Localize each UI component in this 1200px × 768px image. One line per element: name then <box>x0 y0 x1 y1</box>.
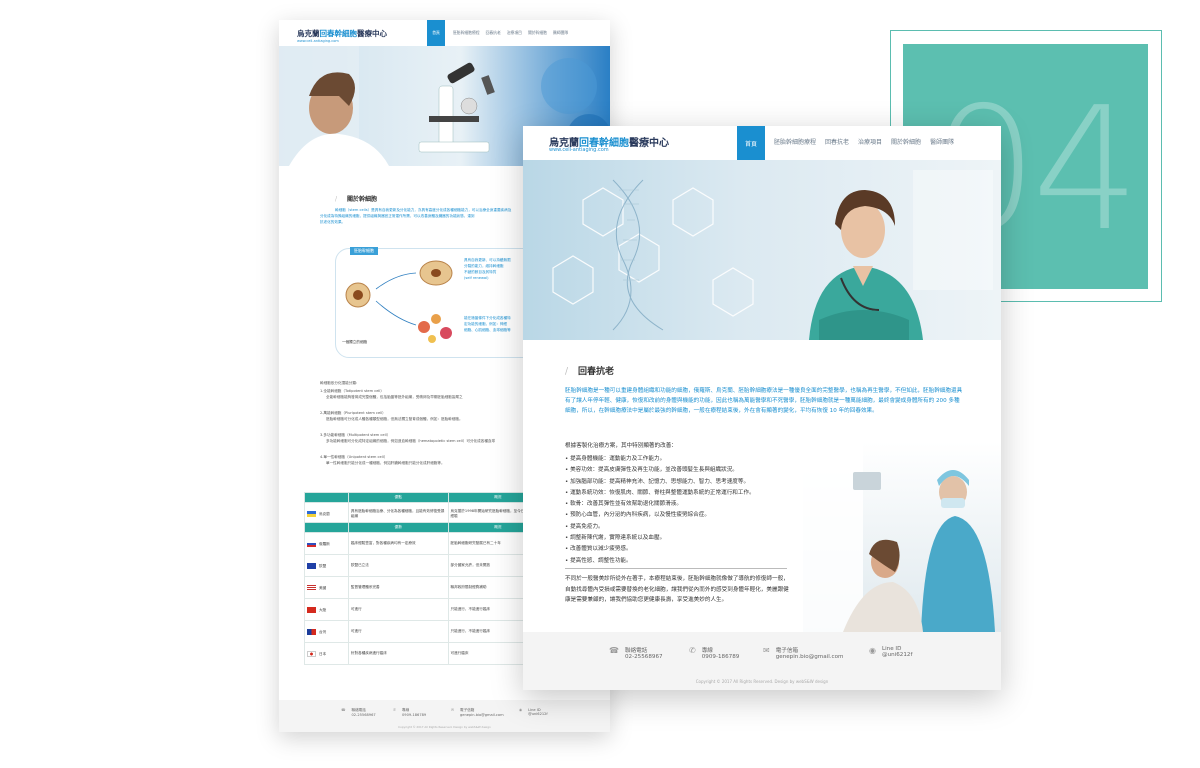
flag-russia-icon <box>307 540 316 547</box>
flag-japan-icon <box>307 650 316 657</box>
pros-cell: 臨床經驗豐富，對各種疾病均有一定療效 <box>347 532 449 555</box>
flag-usa-icon <box>307 584 316 591</box>
front-benefits-list: 提高身體機能：運動能力及工作能力。 美容功效：提高皮膚彈性及再生功能，並改善頭髮… <box>565 454 795 567</box>
list-item: 美容功效：提高皮膚彈性及再生功能，並改善頭髮生長與組織狀況。 <box>565 465 795 476</box>
nav-about-stem[interactable]: 關於幹細胞 <box>891 126 921 160</box>
flag-ukraine-icon <box>307 510 316 517</box>
nurse-dna-illustration <box>523 160 1001 340</box>
line-icon: ◉ <box>869 646 876 655</box>
flag-taiwan-icon <box>307 628 316 635</box>
mail-icon: ✉ <box>763 646 770 655</box>
back-footer-line[interactable]: ◉ Line ID @uni6212f <box>519 708 548 716</box>
logo-highlight: 回春幹細胞 <box>319 29 358 38</box>
dental-clinic-illustration <box>803 442 1001 632</box>
dental-clinic-photo <box>803 442 1001 632</box>
t1-h1: 優點 <box>347 492 449 503</box>
front-nav: 首頁 胚胎幹細胞療程 回春抗老 治療項目 關於幹細胞 醫師團隊 <box>737 126 954 160</box>
nav-about-stem[interactable]: 關於幹細胞 <box>528 20 547 46</box>
back-list-1-desc: 全能幹細胞能夠發育成完整個體，包括胎盤等胚外組織，受精卵及早期胚胎細胞皆屬之 <box>326 395 463 399</box>
country-cell: 俄羅斯 <box>304 532 349 555</box>
back-list-intro: 幹細胞依分化潛能分類： <box>320 381 360 385</box>
pros-cell: 針對各種疾病進行臨床 <box>347 642 449 665</box>
back-list-4-desc: 單一性幹細胞只能分化成一種細胞，例如肝臟幹細胞只能分化成肝細胞等。 <box>326 461 445 465</box>
country-cell: 日本 <box>304 642 349 665</box>
logo-suffix: 醫療中心 <box>357 29 387 38</box>
pros-cell: 歐盟已立法 <box>347 554 449 577</box>
nav-treatments[interactable]: 治療項目 <box>858 126 882 160</box>
pros-cell: 監督管理體系完善 <box>347 576 449 599</box>
nav-home[interactable]: 首頁 <box>737 126 765 160</box>
line-icon: ◉ <box>519 708 523 712</box>
back-footer-email[interactable]: ✉ 電子信箱 genepin.bio@gmail.com <box>451 708 504 717</box>
list-item: 軟骨：改善其彈性並有效幫助退化關節滑液。 <box>565 499 795 510</box>
diagram-top-4: (self renewal) <box>464 276 489 280</box>
list-item: 加強腦部功能：提高精神充沛、記憶力、思想能力、智力、思考速度等。 <box>565 477 795 488</box>
back-logo-en: www.cell-antiaging.com <box>297 39 339 43</box>
back-list-2-desc: 胚胎幹細胞可分化成人體各種類型細胞，但無法獨立發育成個體，例如：胚胎幹細胞。 <box>326 417 463 421</box>
front-header: 烏克蘭回春幹細胞醫療中心 www.cell-antiaging.com 首頁 胚… <box>523 126 1001 160</box>
list-item: 預防心血管，內分泌的內科疾病，以及慢性疲勞綜合症。 <box>565 510 795 521</box>
back-section-title: / 關於幹細胞 <box>335 196 378 203</box>
nav-doctors[interactable]: 醫師團隊 <box>553 20 568 46</box>
list-item: 運動系統功效：恢復肌肉、關節、脊柱與整體運動系統的正常運行和工作。 <box>565 488 795 499</box>
back-footer: ☎ 聯絡電話 02-25568967 ✆ 專線 0909-186789 ✉ 電子信箱… <box>279 700 610 732</box>
t2-h1: 優勢 <box>347 522 449 533</box>
list-item: 提高免疫力。 <box>565 522 795 533</box>
logo-suffix: 醫療中心 <box>629 138 669 149</box>
phone-icon: ☎ <box>341 708 346 712</box>
nav-embryo-therapy[interactable]: 胚胎幹細胞療程 <box>453 20 480 46</box>
back-logo[interactable]: 烏克蘭回春幹細胞醫療中心 <box>297 28 387 39</box>
front-footer-mobile[interactable]: ✆ 專線 0909-186789 <box>689 646 739 660</box>
flag-eu-icon <box>307 562 316 569</box>
pros-cell: 可進行 <box>347 620 449 643</box>
front-page-card: 烏克蘭回春幹細胞醫療中心 www.cell-antiaging.com 首頁 胚… <box>523 126 1001 690</box>
nav-embryo-therapy[interactable]: 胚胎幹細胞療程 <box>774 126 816 160</box>
mobile-icon: ✆ <box>689 646 696 655</box>
country-cell: 歐盟 <box>304 554 349 577</box>
list-item: 提高性慾、調整性功能。 <box>565 556 795 567</box>
back-list-3-desc: 多功能幹細胞可分化成特定組織的細胞，例如造血幹細胞（hematopoietic … <box>326 439 496 443</box>
nav-anti-aging[interactable]: 回春抗老 <box>486 20 501 46</box>
front-section-title: / 回春抗老 <box>565 367 615 377</box>
back-copyright: Copyright © 2017 All Rights Reserved. De… <box>398 725 491 729</box>
front-copyright: Copyright © 2017 All Rights Reserved. De… <box>695 679 829 684</box>
front-closing-paragraph: 不同於一般醫美診所從外在著手，本療程結束後，胚胎幹細胞就像做了導航的修復師一般，… <box>565 576 789 603</box>
t1-h0 <box>304 492 349 503</box>
divider <box>565 568 787 569</box>
mail-icon: ✉ <box>451 708 455 712</box>
mobile-icon: ✆ <box>393 708 397 712</box>
phone-icon: ☎ <box>609 646 619 655</box>
back-intro-line-3: 抗老化的效果。 <box>320 220 346 224</box>
logo-prefix: 烏克蘭 <box>297 29 320 38</box>
back-footer-mobile[interactable]: ✆ 專線 0909-186789 <box>393 708 426 717</box>
country-cell: 美國 <box>304 576 349 599</box>
nav-home[interactable]: 首頁 <box>427 20 445 46</box>
list-item: 改善體質以減少疲勞感。 <box>565 544 795 555</box>
portfolio-stage: 04 烏克蘭回春幹細胞醫療中心 www.cell-antiaging.com 首… <box>0 0 1200 768</box>
list-item: 調整新陳代謝，實際達系統以及血壓。 <box>565 533 795 544</box>
nav-anti-aging[interactable]: 回春抗老 <box>825 126 849 160</box>
country-cell: 大陸 <box>304 598 349 621</box>
back-footer-phone[interactable]: ☎ 聯絡電話 02-25568967 <box>341 708 376 717</box>
nav-doctors[interactable]: 醫師團隊 <box>930 126 954 160</box>
front-footer-line[interactable]: ◉ Line ID @uni6212f <box>869 646 912 658</box>
list-item: 提高身體機能：運動能力及工作能力。 <box>565 454 795 465</box>
front-logo-en: www.cell-antiaging.com <box>549 147 609 153</box>
front-footer-email[interactable]: ✉ 電子信箱 genepin.bio@gmail.com <box>763 646 844 660</box>
nav-treatments[interactable]: 治療項目 <box>507 20 522 46</box>
front-footer-phone[interactable]: ☎ 聯絡電話 02-25568967 <box>609 646 663 660</box>
diagram-left-label: 一個獨立的細胞 <box>342 340 368 344</box>
flag-china-icon <box>307 606 316 613</box>
diagram-bottom-3: 細胞、心肌細胞、血球細胞等 <box>464 328 511 332</box>
front-hero-image <box>523 160 1001 340</box>
country-cell: 台灣 <box>304 620 349 643</box>
pros-cell: 可進行 <box>347 598 449 621</box>
front-blue-paragraph: 胚胎幹細胞是一種可以重建身體組織和功能的細胞，俄羅斯、烏克蘭、胚胎幹細胞療法是一… <box>565 388 963 414</box>
back-nav: 首頁 胚胎幹細胞療程 回春抗老 治療項目 關於幹細胞 醫師團隊 <box>427 20 568 46</box>
front-footer: ☎ 聯絡電話 02-25568967 ✆ 專線 0909-186789 ✉ 電子信箱… <box>523 632 1001 690</box>
t2-h0 <box>304 522 349 533</box>
front-list-intro: 根據客製化治療方案，其中特別顯著的改善： <box>565 443 677 449</box>
